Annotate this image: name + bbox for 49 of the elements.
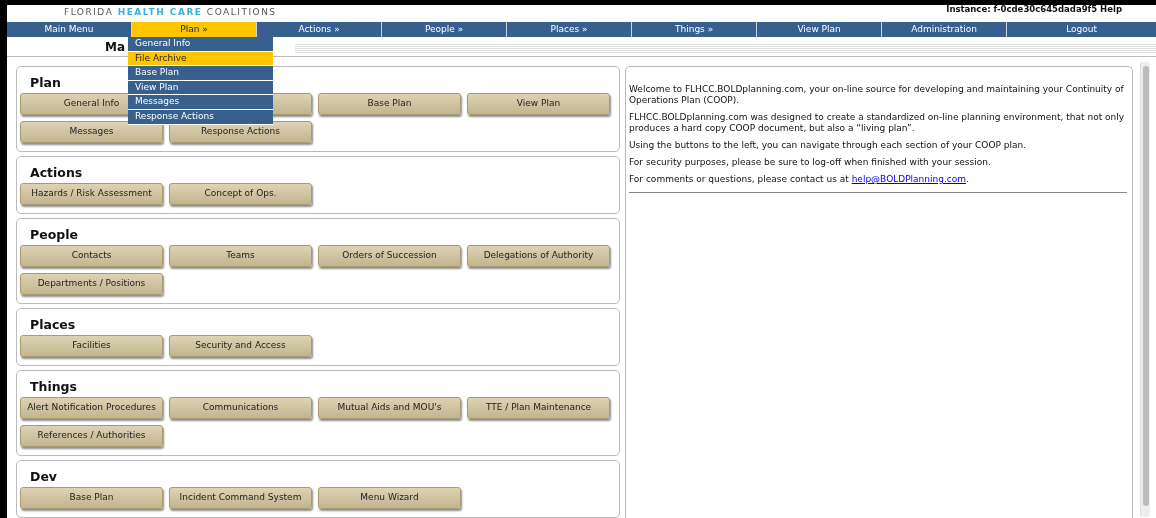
nav-item[interactable]: Things » <box>632 22 758 37</box>
contact-text: For comments or questions, please contact us at help@BOLDPlanning.com. <box>629 174 970 185</box>
nav-item[interactable]: View Plan <box>757 22 883 37</box>
dropdown-item[interactable]: File Archive <box>128 51 273 66</box>
menu-button[interactable]: Mutual Aids and MOU's <box>318 397 461 419</box>
nav-item[interactable]: Plan » <box>132 22 258 37</box>
welcome-text: Welcome to FLHCC.BOLDplanning.com, your on-line source for developing and maintaining your Continuity of Operations Plan (COOP). <box>629 84 1125 106</box>
menu-button[interactable]: Orders of Succession <box>318 245 461 267</box>
scrollbar[interactable] <box>1140 62 1150 517</box>
menu-button[interactable]: References / Authorities <box>20 425 163 447</box>
nav-item[interactable]: Places » <box>507 22 633 37</box>
nav-item[interactable]: People » <box>382 22 508 37</box>
section-heading: Plan <box>30 75 61 91</box>
dropdown-item[interactable]: General Info <box>128 37 273 51</box>
menu-button[interactable]: Teams <box>169 245 312 267</box>
section-heading: Dev <box>30 469 57 485</box>
menu-button[interactable]: Base Plan <box>20 487 163 509</box>
welcome-text: For security purposes, please be sure to log-off when finished with your session. <box>629 157 992 168</box>
section-heading: Things <box>30 379 77 395</box>
menu-button[interactable]: Incident Command System <box>169 487 312 509</box>
menu-button[interactable]: Security and Access <box>169 335 312 357</box>
menu-button[interactable]: View Plan <box>467 93 610 115</box>
menu-button[interactable]: Messages <box>20 121 163 143</box>
instance-text: Instance: f-0cde30c645dada9f5 Help <box>946 5 1122 16</box>
menu-button[interactable]: Hazards / Risk Assessment <box>20 183 163 205</box>
dropdown-item[interactable]: Messages <box>128 95 273 109</box>
menu-button[interactable]: Departments / Positions <box>20 273 163 295</box>
menu-button[interactable]: Contacts <box>20 245 163 267</box>
email-link[interactable]: help@BOLDPlanning.com <box>851 174 966 184</box>
section-heading: Actions <box>30 165 83 181</box>
welcome-text: Using the buttons to the left, you can navigate through each section of your COOP plan. <box>629 140 1028 151</box>
section-heading: People <box>30 227 78 243</box>
logo-text: FLORIDA HEALTH CARE COALITIONS <box>64 6 277 19</box>
nav-item[interactable]: Administration <box>882 22 1008 37</box>
scrollbar-thumb[interactable] <box>1143 66 1149 506</box>
welcome-text: FLHCC.BOLDplanning.com was designed to create a standardized on-line planning environment, that not only produces a hard copy COOP document, but also a “living plan”. <box>629 112 1126 134</box>
menu-button[interactable]: Concept of Ops. <box>169 183 312 205</box>
menu-button[interactable]: TTE / Plan Maintenance <box>467 397 610 419</box>
dropdown-item[interactable]: Base Plan <box>128 66 273 80</box>
menu-button[interactable]: Base Plan <box>318 93 461 115</box>
dropdown-item[interactable]: View Plan <box>128 80 273 95</box>
menu-button[interactable]: Delegations of Authority <box>467 245 610 267</box>
dropdown-item[interactable]: Response Actions <box>128 109 273 124</box>
menu-button[interactable]: Communications <box>169 397 312 419</box>
nav-item[interactable]: Logout <box>1007 22 1156 37</box>
menu-button[interactable]: Menu Wizard <box>318 487 461 509</box>
menu-button[interactable]: Facilities <box>20 335 163 357</box>
menu-button[interactable]: Alert Notification Procedures <box>20 397 163 419</box>
section-heading: Places <box>30 317 76 333</box>
